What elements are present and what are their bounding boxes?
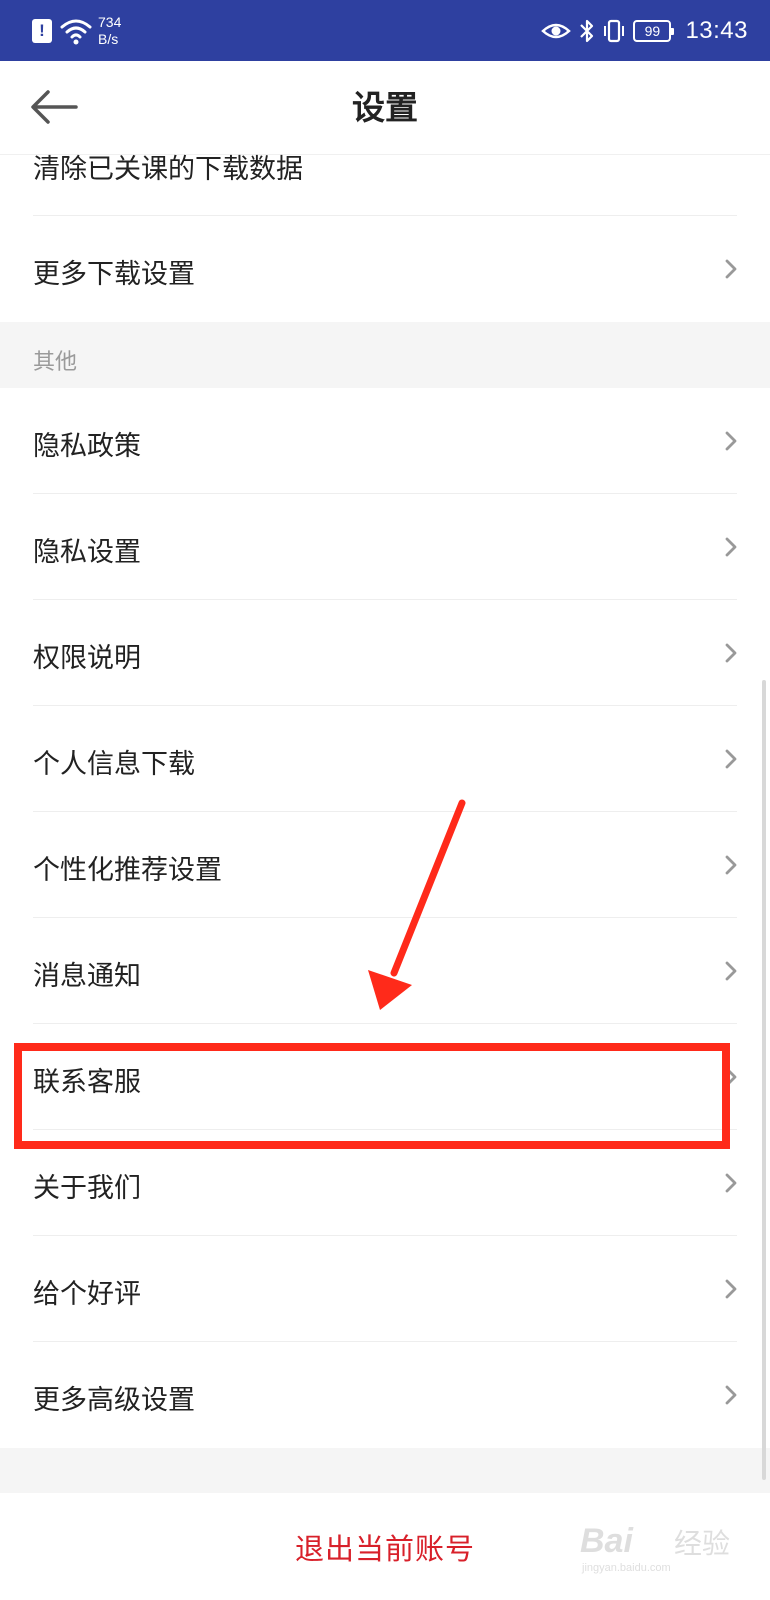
status-bar: ! 734 B/s 99 13:43 xyxy=(0,0,770,61)
page-title: 设置 xyxy=(352,88,418,127)
chevron-right-icon xyxy=(725,259,737,279)
watermark-url: jingyan.baidu.com xyxy=(582,1562,671,1574)
network-speed-unit: B/s xyxy=(98,31,119,47)
settings-row-label: 更多高级设置 xyxy=(33,1385,195,1416)
bluetooth-icon xyxy=(580,19,594,43)
wifi-icon xyxy=(60,19,92,45)
settings-row-label: 个人信息下载 xyxy=(33,749,195,780)
watermark-brand: Bai xyxy=(580,1522,633,1560)
settings-row-label: 隐私设置 xyxy=(33,537,141,568)
chevron-right-icon xyxy=(725,961,737,981)
settings-row-label: 隐私政策 xyxy=(33,431,141,462)
status-bar-right: 99 13:43 xyxy=(541,12,748,50)
network-speed: 734 B/s xyxy=(98,14,121,48)
logout-gap xyxy=(0,1473,770,1493)
watermark: Bai 经验 jingyan.baidu.com xyxy=(580,1518,730,1574)
chevron-right-icon xyxy=(725,749,737,769)
settings-row-label: 消息通知 xyxy=(33,961,141,992)
status-bar-left: ! 734 B/s xyxy=(32,12,121,50)
alert-icon: ! xyxy=(32,19,52,43)
eye-icon xyxy=(541,23,572,39)
settings-row-permission-info[interactable]: 权限说明 xyxy=(0,600,770,706)
battery-indicator: 99 xyxy=(633,20,675,42)
chevron-right-icon xyxy=(725,643,737,663)
section-title: 其他 xyxy=(33,350,78,375)
watermark-brand-suffix: 经验 xyxy=(673,1527,730,1560)
header: 设置 xyxy=(0,61,770,155)
settings-row-label: 给个好评 xyxy=(33,1279,141,1310)
scrollbar[interactable] xyxy=(762,680,766,1480)
chevron-right-icon xyxy=(725,537,737,557)
settings-row-label: 更多下载设置 xyxy=(33,259,195,290)
status-time: 13:43 xyxy=(685,17,748,44)
settings-row-label: 清除已关课的下载数据 xyxy=(33,154,303,185)
settings-row-label: 关于我们 xyxy=(33,1173,141,1204)
chevron-right-icon xyxy=(725,431,737,451)
annotation-highlight-box xyxy=(14,1043,730,1149)
annotation-arrow-icon xyxy=(368,799,466,1010)
logout-label: 退出当前账号 xyxy=(294,1531,475,1566)
section-header-other: 其他 xyxy=(0,322,770,388)
chevron-right-icon xyxy=(725,1279,737,1299)
settings-row-clear-download-data[interactable]: 清除已关课的下载数据 xyxy=(0,154,770,216)
settings-row-label: 个性化推荐设置 xyxy=(33,855,222,886)
settings-row-rate-app[interactable]: 给个好评 xyxy=(0,1236,770,1342)
settings-row-more-download-settings[interactable]: 更多下载设置 xyxy=(0,216,770,322)
chevron-right-icon xyxy=(725,1173,737,1193)
settings-row-label: 权限说明 xyxy=(33,643,141,674)
settings-row-privacy-settings[interactable]: 隐私设置 xyxy=(0,494,770,600)
network-speed-value: 734 xyxy=(98,14,122,30)
chevron-right-icon xyxy=(725,1385,737,1405)
settings-row-advanced-settings[interactable]: 更多高级设置 xyxy=(0,1342,770,1448)
chevron-right-icon xyxy=(725,855,737,875)
settings-row-privacy-policy[interactable]: 隐私政策 xyxy=(0,388,770,494)
section-gap xyxy=(0,1448,770,1473)
vibrate-icon xyxy=(604,19,625,43)
